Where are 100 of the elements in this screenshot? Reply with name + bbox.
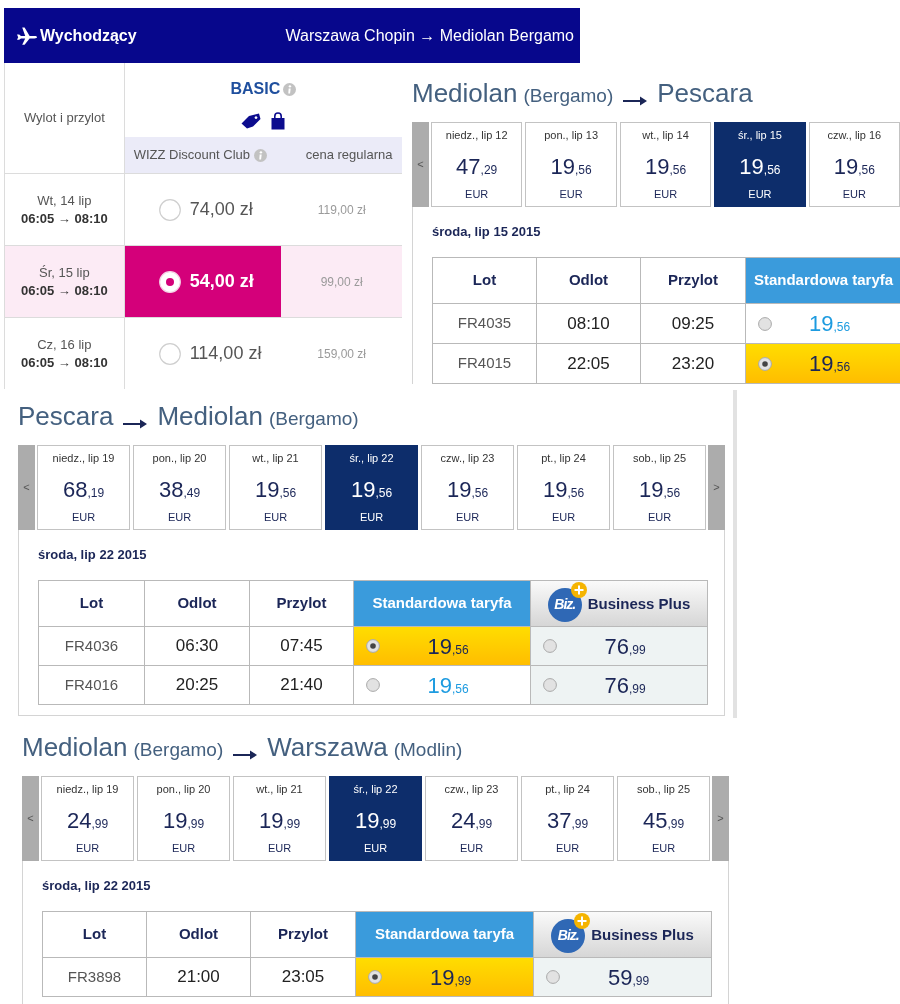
radio-icon [366,639,380,653]
table-cell: 06:30 [145,627,250,666]
column-header: WIZZ Discount Club [133,146,250,165]
date-card[interactable]: pon., lip 20 38,49 EUR [133,445,226,530]
table-cell: FR4016 [39,666,145,705]
logo-badge: Biz. [551,918,586,953]
route-text: Warszawa Chopin → Mediolan Bergamo [285,25,574,46]
fare-option[interactable]: 19,99 [356,958,534,997]
column-header: Lot [39,581,145,627]
fare-option[interactable]: 19,56 [354,627,531,666]
radio-icon [758,316,772,331]
flight-date: Śr, 15 lip [39,263,90,282]
table-cell: FR4015 [433,344,537,384]
regular-price: 119,00 zł [317,201,366,219]
city-name: Warszawa [267,733,388,762]
fare-name: Business Plus [591,925,694,946]
date-card[interactable]: wt., lip 14 19,56 EUR [619,122,712,207]
table-cell: 23:05 [251,958,356,997]
column-header: Przylot [250,581,354,627]
date-heading: środa, lip 22 2015 [42,877,151,896]
bag-icon [271,112,286,130]
table-cell: 23:20 [641,344,746,384]
fare-header: Standardowa taryfa [354,581,531,627]
column-header: Lot [433,258,537,304]
date-card[interactable]: czw., lip 16 19,56 EUR [808,122,900,207]
city-name: Pescara [657,79,753,108]
fare-option[interactable]: 59,99 [534,958,712,997]
flight-date: Cz, 16 lip [37,335,92,354]
radio-icon [158,342,181,365]
column-header: Przylot [641,258,746,304]
date-card[interactable]: pt., lip 24 37,99 EUR [521,776,614,861]
date-heading: środa, lip 22 2015 [38,546,147,565]
info-icon[interactable] [254,148,267,162]
column-header: Odlot [147,912,251,958]
info-icon[interactable] [283,82,297,96]
date-card[interactable]: niedz., lip 19 68,19 EUR [37,445,130,530]
fare-header: Standardowa taryfa [356,912,534,958]
fare-option[interactable]: 19,56 [746,344,900,384]
radio-icon [546,970,560,984]
radio-icon [543,639,557,653]
fare-name: BASIC [230,79,281,99]
fare-option[interactable]: 54,00 zł [124,246,282,317]
date-card[interactable]: sob., lip 25 19,56 EUR [613,445,706,530]
date-card[interactable]: niedz., lip 12 47,29 EUR [431,122,523,207]
radio-icon [158,270,181,293]
date-card[interactable]: śr., lip 22 19,99 EUR [329,776,422,861]
flight-times: 06:05 → 08:10 [20,209,108,228]
date-card[interactable]: śr., lip 22 19,56 EUR [325,445,418,530]
arrow-right-icon [233,749,258,760]
arrow-right-icon [623,95,648,106]
plus-icon [570,581,587,598]
radio-icon [368,970,382,984]
date-card[interactable]: czw., lip 23 24,99 EUR [425,776,518,861]
arrow-right-icon [123,418,148,429]
panel-title: Wychodzący [40,25,137,46]
flight-date: Wt, 14 lip [37,191,92,210]
fare-name: Business Plus [587,594,691,615]
date-card[interactable]: wt., lip 21 19,99 EUR [233,776,326,861]
airport-name: (Bergamo) [523,84,614,108]
airport-name: (Bergamo) [133,738,224,762]
column-header: cena regularna [304,146,393,165]
table-cell: FR4036 [39,627,145,666]
fare-option[interactable]: 76,99 [531,627,708,666]
fare-option[interactable]: 114,00 zł [124,318,282,389]
radio-icon [158,198,181,221]
tag-icon [241,113,262,129]
fare-header: Standardowa taryfa [746,258,900,304]
date-card[interactable]: pon., lip 13 19,56 EUR [525,122,617,207]
column-header: Wylot i przylot [23,109,105,128]
date-heading: środa, lip 15 2015 [432,223,541,242]
date-card[interactable]: pt., lip 24 19,56 EUR [517,445,610,530]
table-cell: 21:40 [250,666,354,705]
column-header: Przylot [251,912,356,958]
fare-option[interactable]: 76,99 [531,666,708,705]
date-card[interactable]: sob., lip 25 45,99 EUR [617,776,710,861]
flight-times: 06:05 → 08:10 [20,281,108,300]
city-name: Mediolan [157,402,263,431]
table-cell: 22:05 [537,344,641,384]
date-card[interactable]: wt., lip 21 19,56 EUR [229,445,322,530]
radio-icon [366,678,380,692]
table-cell: 08:10 [537,304,641,344]
regular-price: 159,00 zł [317,345,366,363]
table-cell: 09:25 [641,304,746,344]
plus-icon [574,912,591,929]
airport-name: (Bergamo) [268,407,359,431]
plane-icon [17,26,37,45]
regular-price: 99,00 zł [320,273,363,291]
radio-icon [543,678,557,692]
column-header: Odlot [537,258,641,304]
logo-badge: Biz. [547,587,582,622]
date-card[interactable]: śr., lip 15 19,56 EUR [714,122,806,207]
table-cell: FR4035 [433,304,537,344]
table-cell: 21:00 [147,958,251,997]
table-cell: FR3898 [43,958,147,997]
flight-times: 06:05 → 08:10 [20,353,108,372]
date-card[interactable]: czw., lip 23 19,56 EUR [421,445,514,530]
city-name: Mediolan [22,733,128,762]
date-card[interactable]: niedz., lip 19 24,99 EUR [41,776,134,861]
date-card[interactable]: pon., lip 20 19,99 EUR [137,776,230,861]
fare-option[interactable]: 74,00 zł [124,174,282,245]
